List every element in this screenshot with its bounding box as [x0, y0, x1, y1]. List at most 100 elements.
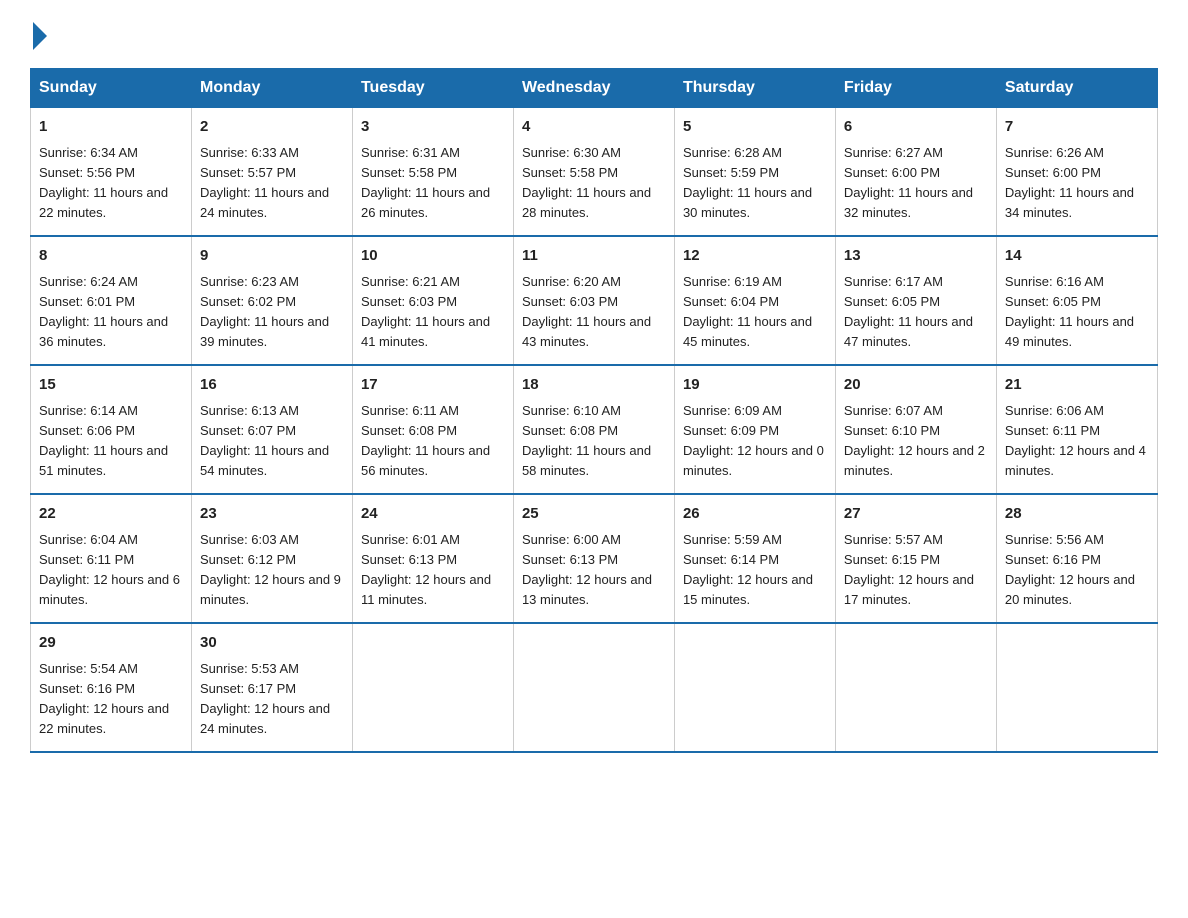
day-info: Sunrise: 6:24 AMSunset: 6:01 PMDaylight:…	[39, 274, 168, 349]
day-info: Sunrise: 6:16 AMSunset: 6:05 PMDaylight:…	[1005, 274, 1134, 349]
calendar-cell: 20 Sunrise: 6:07 AMSunset: 6:10 PMDaylig…	[835, 365, 996, 494]
day-number: 18	[522, 374, 666, 397]
day-number: 21	[1005, 374, 1149, 397]
day-number: 7	[1005, 116, 1149, 139]
day-number: 13	[844, 245, 988, 268]
day-info: Sunrise: 5:53 AMSunset: 6:17 PMDaylight:…	[200, 661, 330, 736]
day-info: Sunrise: 6:19 AMSunset: 6:04 PMDaylight:…	[683, 274, 812, 349]
day-number: 26	[683, 503, 827, 526]
day-info: Sunrise: 6:14 AMSunset: 6:06 PMDaylight:…	[39, 403, 168, 478]
day-number: 20	[844, 374, 988, 397]
day-number: 5	[683, 116, 827, 139]
day-number: 23	[200, 503, 344, 526]
day-of-week-monday: Monday	[191, 69, 352, 108]
day-of-week-wednesday: Wednesday	[513, 69, 674, 108]
day-number: 16	[200, 374, 344, 397]
calendar-cell: 29 Sunrise: 5:54 AMSunset: 6:16 PMDaylig…	[31, 623, 192, 752]
calendar-cell: 4 Sunrise: 6:30 AMSunset: 5:58 PMDayligh…	[513, 108, 674, 237]
day-info: Sunrise: 6:17 AMSunset: 6:05 PMDaylight:…	[844, 274, 973, 349]
calendar-cell: 25 Sunrise: 6:00 AMSunset: 6:13 PMDaylig…	[513, 494, 674, 623]
calendar-cell: 9 Sunrise: 6:23 AMSunset: 6:02 PMDayligh…	[191, 236, 352, 365]
calendar-week-row: 8 Sunrise: 6:24 AMSunset: 6:01 PMDayligh…	[31, 236, 1158, 365]
calendar-cell: 11 Sunrise: 6:20 AMSunset: 6:03 PMDaylig…	[513, 236, 674, 365]
calendar-cell: 14 Sunrise: 6:16 AMSunset: 6:05 PMDaylig…	[996, 236, 1157, 365]
calendar-cell: 13 Sunrise: 6:17 AMSunset: 6:05 PMDaylig…	[835, 236, 996, 365]
calendar-cell: 12 Sunrise: 6:19 AMSunset: 6:04 PMDaylig…	[674, 236, 835, 365]
day-info: Sunrise: 6:07 AMSunset: 6:10 PMDaylight:…	[844, 403, 985, 478]
calendar-cell	[674, 623, 835, 752]
day-info: Sunrise: 6:27 AMSunset: 6:00 PMDaylight:…	[844, 145, 973, 220]
day-number: 19	[683, 374, 827, 397]
calendar-week-row: 1 Sunrise: 6:34 AMSunset: 5:56 PMDayligh…	[31, 108, 1158, 237]
logo-triangle-icon	[33, 22, 47, 50]
day-number: 6	[844, 116, 988, 139]
day-info: Sunrise: 5:59 AMSunset: 6:14 PMDaylight:…	[683, 532, 813, 607]
day-number: 11	[522, 245, 666, 268]
day-info: Sunrise: 6:33 AMSunset: 5:57 PMDaylight:…	[200, 145, 329, 220]
calendar-cell: 23 Sunrise: 6:03 AMSunset: 6:12 PMDaylig…	[191, 494, 352, 623]
day-number: 25	[522, 503, 666, 526]
calendar-cell	[996, 623, 1157, 752]
day-info: Sunrise: 5:57 AMSunset: 6:15 PMDaylight:…	[844, 532, 974, 607]
day-number: 3	[361, 116, 505, 139]
day-number: 1	[39, 116, 183, 139]
day-number: 29	[39, 632, 183, 655]
calendar-cell: 26 Sunrise: 5:59 AMSunset: 6:14 PMDaylig…	[674, 494, 835, 623]
calendar-week-row: 29 Sunrise: 5:54 AMSunset: 6:16 PMDaylig…	[31, 623, 1158, 752]
calendar-cell: 8 Sunrise: 6:24 AMSunset: 6:01 PMDayligh…	[31, 236, 192, 365]
day-of-week-sunday: Sunday	[31, 69, 192, 108]
day-info: Sunrise: 6:03 AMSunset: 6:12 PMDaylight:…	[200, 532, 341, 607]
day-number: 2	[200, 116, 344, 139]
day-number: 14	[1005, 245, 1149, 268]
calendar-cell	[352, 623, 513, 752]
calendar-cell: 15 Sunrise: 6:14 AMSunset: 6:06 PMDaylig…	[31, 365, 192, 494]
day-number: 24	[361, 503, 505, 526]
calendar-cell: 2 Sunrise: 6:33 AMSunset: 5:57 PMDayligh…	[191, 108, 352, 237]
day-info: Sunrise: 6:23 AMSunset: 6:02 PMDaylight:…	[200, 274, 329, 349]
day-number: 8	[39, 245, 183, 268]
day-info: Sunrise: 6:10 AMSunset: 6:08 PMDaylight:…	[522, 403, 651, 478]
day-number: 27	[844, 503, 988, 526]
calendar-cell: 30 Sunrise: 5:53 AMSunset: 6:17 PMDaylig…	[191, 623, 352, 752]
day-number: 30	[200, 632, 344, 655]
calendar-week-row: 22 Sunrise: 6:04 AMSunset: 6:11 PMDaylig…	[31, 494, 1158, 623]
calendar-cell: 24 Sunrise: 6:01 AMSunset: 6:13 PMDaylig…	[352, 494, 513, 623]
day-info: Sunrise: 6:09 AMSunset: 6:09 PMDaylight:…	[683, 403, 824, 478]
calendar-cell: 18 Sunrise: 6:10 AMSunset: 6:08 PMDaylig…	[513, 365, 674, 494]
day-info: Sunrise: 6:20 AMSunset: 6:03 PMDaylight:…	[522, 274, 651, 349]
calendar-cell: 10 Sunrise: 6:21 AMSunset: 6:03 PMDaylig…	[352, 236, 513, 365]
day-of-week-friday: Friday	[835, 69, 996, 108]
day-info: Sunrise: 6:30 AMSunset: 5:58 PMDaylight:…	[522, 145, 651, 220]
day-info: Sunrise: 6:28 AMSunset: 5:59 PMDaylight:…	[683, 145, 812, 220]
day-of-week-saturday: Saturday	[996, 69, 1157, 108]
calendar-week-row: 15 Sunrise: 6:14 AMSunset: 6:06 PMDaylig…	[31, 365, 1158, 494]
day-number: 10	[361, 245, 505, 268]
day-of-week-thursday: Thursday	[674, 69, 835, 108]
day-info: Sunrise: 6:00 AMSunset: 6:13 PMDaylight:…	[522, 532, 652, 607]
calendar-cell	[835, 623, 996, 752]
calendar-cell: 21 Sunrise: 6:06 AMSunset: 6:11 PMDaylig…	[996, 365, 1157, 494]
day-info: Sunrise: 6:34 AMSunset: 5:56 PMDaylight:…	[39, 145, 168, 220]
calendar-cell: 7 Sunrise: 6:26 AMSunset: 6:00 PMDayligh…	[996, 108, 1157, 237]
day-number: 12	[683, 245, 827, 268]
logo	[30, 20, 47, 50]
calendar-cell: 3 Sunrise: 6:31 AMSunset: 5:58 PMDayligh…	[352, 108, 513, 237]
day-info: Sunrise: 6:26 AMSunset: 6:00 PMDaylight:…	[1005, 145, 1134, 220]
day-info: Sunrise: 6:04 AMSunset: 6:11 PMDaylight:…	[39, 532, 180, 607]
day-info: Sunrise: 5:54 AMSunset: 6:16 PMDaylight:…	[39, 661, 169, 736]
day-number: 9	[200, 245, 344, 268]
day-of-week-tuesday: Tuesday	[352, 69, 513, 108]
day-info: Sunrise: 6:06 AMSunset: 6:11 PMDaylight:…	[1005, 403, 1146, 478]
day-info: Sunrise: 5:56 AMSunset: 6:16 PMDaylight:…	[1005, 532, 1135, 607]
day-number: 15	[39, 374, 183, 397]
calendar-header-row: SundayMondayTuesdayWednesdayThursdayFrid…	[31, 69, 1158, 108]
day-number: 4	[522, 116, 666, 139]
day-number: 28	[1005, 503, 1149, 526]
calendar-cell: 6 Sunrise: 6:27 AMSunset: 6:00 PMDayligh…	[835, 108, 996, 237]
calendar-cell	[513, 623, 674, 752]
page-header	[30, 20, 1158, 50]
calendar-cell: 28 Sunrise: 5:56 AMSunset: 6:16 PMDaylig…	[996, 494, 1157, 623]
calendar-cell: 17 Sunrise: 6:11 AMSunset: 6:08 PMDaylig…	[352, 365, 513, 494]
day-info: Sunrise: 6:21 AMSunset: 6:03 PMDaylight:…	[361, 274, 490, 349]
calendar-table: SundayMondayTuesdayWednesdayThursdayFrid…	[30, 68, 1158, 753]
